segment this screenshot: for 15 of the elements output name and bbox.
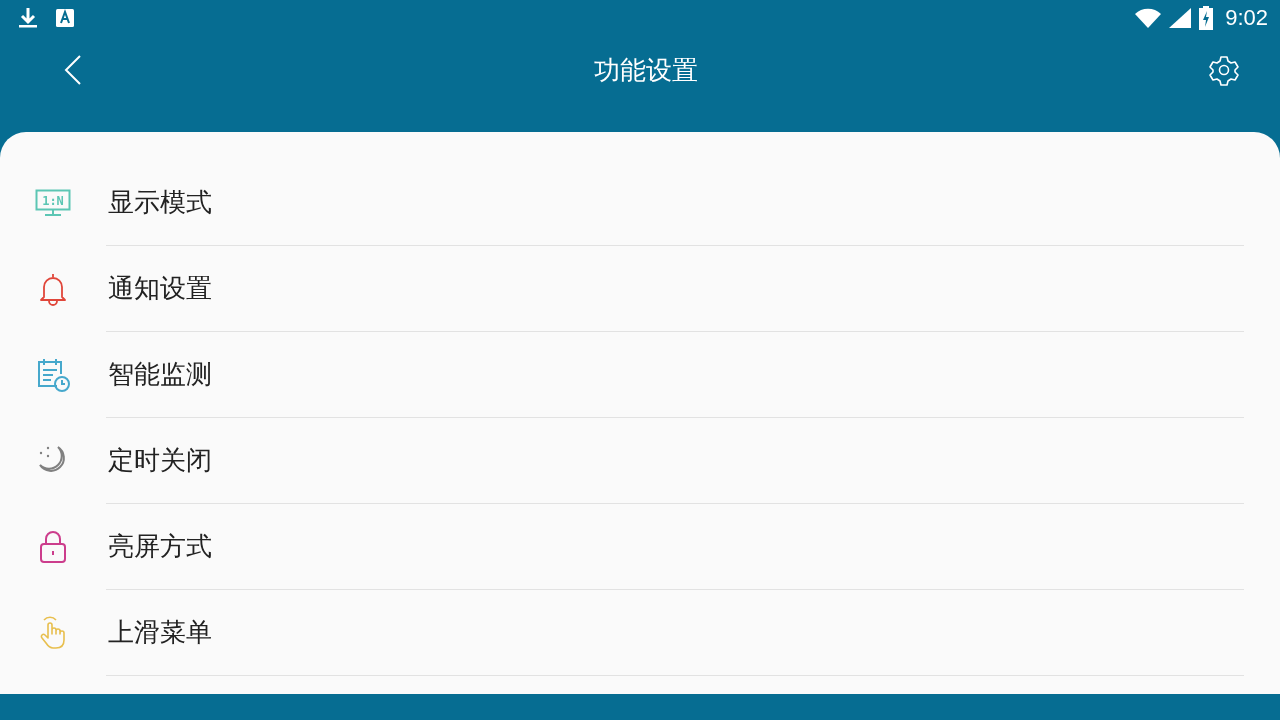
battery-charging-icon: [1199, 6, 1214, 30]
menu-item-label[interactable]: 智能监测: [108, 357, 212, 392]
status-time: 9:02: [1225, 5, 1268, 31]
menu-item-label[interactable]: 亮屏方式: [108, 529, 212, 564]
menu-item-label[interactable]: 显示模式: [108, 185, 212, 220]
settings-button[interactable]: [1208, 54, 1240, 86]
app-notification-icon: [56, 9, 74, 27]
menu-item-label[interactable]: 通知设置: [108, 271, 212, 306]
signal-icon: [1169, 8, 1192, 28]
page-title: 功能设置: [593, 53, 699, 87]
menu-item-label[interactable]: 上滑菜单: [108, 615, 212, 650]
menu-item-label[interactable]: 定时关闭: [108, 443, 212, 478]
download-icon: [18, 7, 38, 29]
back-button[interactable]: [62, 54, 84, 86]
wifi-icon: [1135, 8, 1162, 28]
